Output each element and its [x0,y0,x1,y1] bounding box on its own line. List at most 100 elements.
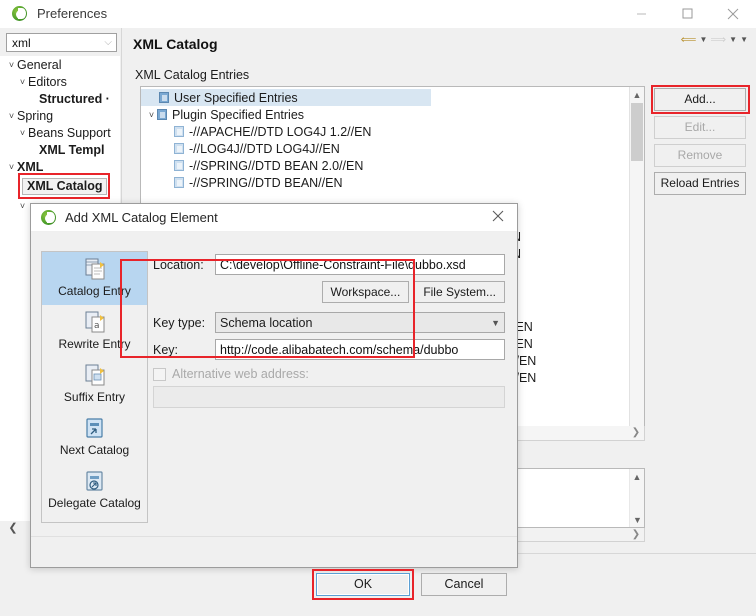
key-type-row: Key type: Schema location ▼ [153,312,505,333]
delegate-catalog-icon [82,468,108,494]
minimize-icon[interactable] [618,0,664,28]
key-type-select[interactable]: Schema location ▼ [215,312,505,333]
twisty-icon[interactable]: ˅ [17,77,28,87]
dialog-titlebar: Add XML Catalog Element [31,204,517,232]
alternative-web-address-row[interactable]: Alternative web address: [153,367,505,381]
dialog-title: Add XML Catalog Element [65,210,218,225]
sidebar-item-label: General [17,57,62,72]
file-system-button[interactable]: File System... [414,281,505,303]
twisty-icon[interactable]: ˅ [6,162,17,172]
close-icon[interactable] [710,0,756,28]
menu-chevron-down-icon[interactable]: ▼ [740,35,748,44]
type-item-label: Rewrite Entry [58,337,131,351]
add-button[interactable]: Add... [654,88,746,111]
twisty-icon[interactable]: ˅ [6,111,17,121]
chevron-up-icon[interactable]: ▲ [630,469,644,484]
catalog-entry-form: Location: Workspace... File System... Ke… [153,254,505,408]
sidebar-item-label: XML Templ [39,142,105,157]
sidebar-item-xml[interactable]: ˅ XML [0,158,120,175]
reload-entries-button[interactable]: Reload Entries [654,172,746,195]
type-item-label: Next Catalog [59,443,130,457]
workspace-button[interactable]: Workspace... [321,281,410,303]
key-type-value: Schema location [220,315,313,330]
remove-button: Remove [654,144,746,167]
sidebar-item-xml-catalog[interactable]: XML Catalog [0,175,120,197]
back-arrow-icon[interactable]: ⟸ [681,33,697,46]
filter-search-box[interactable]: ⌵ [6,33,117,52]
sidebar-item-xml-templ[interactable]: XML Templ [0,141,120,158]
location-label: Location: [153,257,204,272]
maximize-icon[interactable] [664,0,710,28]
suffix-entry-icon [82,362,108,388]
twisty-icon[interactable]: ˅ [6,60,17,70]
catalog-root-icon [159,92,169,103]
alternative-web-address-label: Alternative web address: [172,367,309,381]
sidebar-item-editors[interactable]: ˅ Editors [0,73,120,90]
dialog-cancel-button[interactable]: Cancel [421,573,507,596]
alternative-web-address-input [153,386,505,408]
chevron-left-icon[interactable]: ❮ [6,520,20,534]
sidebar-item-structured[interactable]: Structured · [0,90,120,107]
chevron-right-icon[interactable]: ❯ [629,528,643,541]
entry-icon [174,160,184,171]
details-vertical-scrollbar[interactable]: ▲ ▼ [629,469,644,527]
edit-button: Edit... [654,116,746,139]
entry-icon [174,177,184,188]
back-chevron-down-icon[interactable]: ▼ [699,35,707,44]
location-row: Location: [153,254,505,275]
location-input[interactable] [215,254,505,275]
twisty-icon[interactable]: ˅ [146,110,157,120]
clear-icon[interactable]: ⌵ [104,37,112,48]
list-item-label: -//SPRING//DTD BEAN 2.0//EN [189,158,364,173]
twisty-icon[interactable]: ˅ [17,201,28,211]
chevron-down-icon[interactable]: ▼ [491,318,500,328]
scrollbar-thumb[interactable] [631,103,643,161]
type-item-label: Delegate Catalog [48,496,141,510]
close-icon[interactable] [492,210,504,225]
forward-chevron-down-icon[interactable]: ▼ [729,35,737,44]
alternative-web-address-checkbox[interactable] [153,367,166,381]
type-item-suffix-entry[interactable]: Suffix Entry [42,358,147,411]
sidebar-item-label: XML Catalog [22,177,108,195]
forward-arrow-icon[interactable]: ⟹ [710,33,726,46]
type-item-delegate-catalog[interactable]: Delegate Catalog [42,464,147,517]
sidebar-item-label: Editors [28,74,67,89]
dialog-ok-button[interactable]: OK [316,573,410,596]
sidebar-item-general[interactable]: ˅ General [0,56,120,73]
catalog-element-type-list[interactable]: Catalog Entry a Rewrite Entry Suffix Ent… [41,251,148,523]
type-item-catalog-entry[interactable]: Catalog Entry [42,252,147,305]
dialog-body: Catalog Entry a Rewrite Entry Suffix Ent… [31,232,517,539]
key-input[interactable] [215,339,505,360]
list-item[interactable]: -//APACHE//DTD LOG4J 1.2//EN [141,123,644,140]
list-item[interactable]: -//LOG4J//DTD LOG4J//EN [141,140,644,157]
entries-vertical-scrollbar[interactable]: ▲ ▼ [629,87,644,438]
list-item-label: -//LOG4J//DTD LOG4J//EN [189,141,340,156]
sidebar-item-beans-support[interactable]: ˅ Beans Support [0,124,120,141]
list-item-label: -//SPRING//DTD BEAN//EN [189,175,343,190]
chevron-up-icon[interactable]: ▲ [630,87,644,102]
list-item-label: -//APACHE//DTD LOG4J 1.2//EN [189,124,372,139]
sidebar-item-spring[interactable]: ˅ Spring [0,107,120,124]
list-item[interactable]: -//SPRING//DTD BEAN 2.0//EN [141,157,644,174]
entry-icon [174,143,184,154]
key-type-label: Key type: [153,315,206,330]
type-item-next-catalog[interactable]: Next Catalog [42,411,147,464]
next-catalog-icon [82,415,108,441]
list-item[interactable]: ˅ Plugin Specified Entries [141,106,644,123]
key-row: Key: [153,339,505,360]
type-item-rewrite-entry[interactable]: a Rewrite Entry [42,305,147,358]
search-input[interactable] [10,34,98,51]
svg-text:a: a [94,321,100,331]
entries-side-buttons: Add... Edit... Remove Reload Entries [654,88,746,200]
location-browse-buttons: Workspace... File System... [153,281,505,303]
chevron-down-icon[interactable]: ▼ [630,512,645,527]
entry-icon [174,126,184,137]
eclipse-icon [12,5,28,22]
window-controls [618,0,756,28]
chevron-right-icon[interactable]: ❯ [629,426,643,439]
list-item[interactable]: User Specified Entries [141,89,431,106]
eclipse-icon [41,209,57,226]
list-item-label: User Specified Entries [174,90,298,105]
twisty-icon[interactable]: ˅ [17,128,28,138]
list-item[interactable]: -//SPRING//DTD BEAN//EN [141,174,644,191]
